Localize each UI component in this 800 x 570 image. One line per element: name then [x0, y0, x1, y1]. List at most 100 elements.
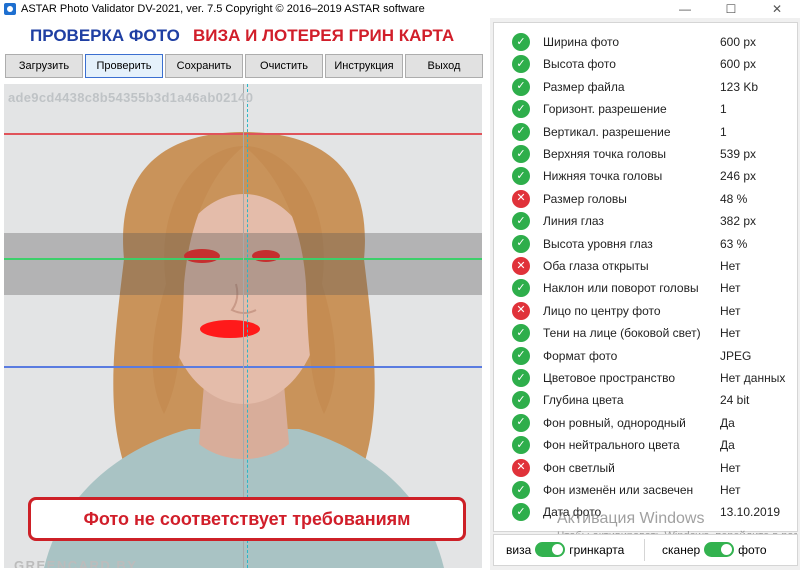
- check-row: ✓ Высота уровня глаз 63 %: [494, 233, 799, 255]
- mode-toggles: виза гринкарта сканер фото: [493, 534, 798, 566]
- check-value: 48 %: [720, 191, 748, 206]
- exit-button[interactable]: Выход: [405, 54, 483, 78]
- check-value: 123 Kb: [720, 79, 759, 94]
- check-value: 539 px: [720, 147, 757, 161]
- check-ok-icon: ✓: [512, 100, 530, 119]
- check-label: Линия глаз: [543, 214, 604, 229]
- check-value: 382 px: [720, 214, 757, 229]
- check-fail-icon: ✕: [512, 189, 530, 208]
- check-ok-icon: ✓: [512, 436, 530, 455]
- scanner-label: сканер: [662, 542, 701, 557]
- check-value: 24 bit: [720, 393, 750, 408]
- check-row: ✕ Размер головы 48 %: [494, 188, 799, 210]
- maximize-icon[interactable]: ☐: [708, 0, 754, 18]
- check-ok-icon: ✓: [512, 77, 530, 96]
- photo-label: фото: [738, 542, 767, 557]
- check-value: Нет: [720, 460, 741, 475]
- check-value: Да: [720, 438, 735, 453]
- save-button[interactable]: Сохранить: [165, 54, 243, 78]
- app-icon: [4, 3, 16, 15]
- check-row: ✓ Линия глаз 382 px: [494, 210, 799, 232]
- manual-button[interactable]: Инструкция: [325, 54, 403, 78]
- check-row: ✓ Ширина фото 600 px: [494, 31, 799, 53]
- visa-label: виза: [506, 542, 532, 557]
- check-fail-icon: ✕: [512, 257, 530, 275]
- check-ok-icon: ✓: [512, 346, 530, 365]
- close-icon[interactable]: ✕: [754, 0, 800, 18]
- check-label: Верхняя точка головы: [543, 147, 667, 161]
- check-label: Формат фото: [543, 348, 618, 363]
- check-ok-icon: ✓: [512, 369, 530, 387]
- check-label: Горизонт. разрешение: [543, 102, 667, 117]
- check-label: Цветовое пространство: [543, 371, 676, 385]
- minimize-icon[interactable]: —: [662, 0, 708, 18]
- check-row: ✓ Фон ровный, однородный Да: [494, 412, 799, 434]
- clear-button[interactable]: Очистить: [245, 54, 323, 78]
- check-ok-icon: ✓: [512, 391, 530, 410]
- check-ok-icon: ✓: [512, 212, 530, 231]
- check-row: ✓ Цветовое пространство Нет данных: [494, 367, 799, 389]
- visa-greencard-toggle[interactable]: [535, 542, 566, 557]
- check-value: Да: [720, 415, 735, 430]
- check-label: Фон изменён или засвечен: [543, 483, 694, 497]
- check-label: Размер файла: [543, 79, 625, 94]
- check-label: Фон ровный, однородный: [543, 415, 686, 430]
- check-value: 1: [720, 102, 727, 117]
- check-ok-icon: ✓: [512, 122, 530, 141]
- check-value: Нет: [720, 259, 741, 273]
- greencard-label: гринкарта: [569, 542, 625, 557]
- check-value: 600 px: [720, 35, 757, 49]
- check-row: ✓ Верхняя точка головы 539 px: [494, 143, 799, 165]
- check-fail-icon: ✕: [512, 301, 530, 320]
- photo-hash: ade9cd4438c8b54355b3d1a46ab02140: [8, 90, 254, 105]
- scanner-photo-toggle-group: сканер фото: [662, 542, 767, 557]
- check-ok-icon: ✓: [512, 234, 530, 253]
- check-ok-icon: ✓: [512, 167, 530, 186]
- check-row: ✓ Фон нейтрального цвета Да: [494, 434, 799, 456]
- center-guide-line: [243, 84, 244, 568]
- check-value: Нет: [720, 281, 741, 296]
- check-row: ✕ Лицо по центру фото Нет: [494, 300, 799, 322]
- checks-panel: ✓ Ширина фото 600 px ✓ Высота фото 600 px ✓ Раз…: [493, 22, 798, 532]
- check-value: 63 %: [720, 236, 748, 251]
- check-ok-icon: ✓: [512, 413, 530, 432]
- check-row: ✓ Фон изменён или засвечен Нет: [494, 479, 799, 501]
- activation-title: Активация Windows: [557, 510, 705, 527]
- scanner-photo-toggle[interactable]: [704, 542, 735, 557]
- visa-greencard-toggle-group: виза гринкарта: [506, 542, 624, 557]
- check-value: 246 px: [720, 169, 757, 184]
- check-value: 600 px: [720, 57, 757, 72]
- check-row: ✕ Фон светлый Нет: [494, 457, 799, 479]
- toolbar: Загрузить Проверить Сохранить Очистить И…: [5, 54, 483, 78]
- left-pane: ПРОВЕРКА ФОТО ВИЗА И ЛОТЕРЕЯ ГРИН КАРТА …: [0, 18, 490, 570]
- result-banner: Фото не соответствует требованиям: [28, 497, 466, 541]
- check-label: Оба глаза открыты: [543, 259, 649, 273]
- check-row: ✓ Высота фото 600 px: [494, 53, 799, 75]
- check-value: JPEG: [720, 348, 752, 363]
- check-value: 1: [720, 124, 727, 139]
- check-label: Глубина цвета: [543, 393, 624, 408]
- check-label: Высота фото: [543, 57, 616, 72]
- watermark-text: GREENCARD.BY: [14, 558, 138, 568]
- check-ok-icon: ✓: [512, 503, 530, 522]
- window-title: ASTAR Photo Validator DV-2021, ver. 7.5 …: [21, 3, 425, 15]
- check-value: Нет: [720, 483, 741, 497]
- check-label: Ширина фото: [543, 35, 620, 49]
- check-button[interactable]: Проверить: [85, 54, 163, 78]
- photo-preview: ade9cd4438c8b54355b3d1a46ab02140 Фото не…: [4, 84, 482, 568]
- check-label: Фон светлый: [543, 460, 615, 475]
- check-label: Наклон или поворот головы: [543, 281, 699, 296]
- check-label: Лицо по центру фото: [543, 303, 661, 318]
- headline: ПРОВЕРКА ФОТО ВИЗА И ЛОТЕРЕЯ ГРИН КАРТА: [0, 26, 490, 48]
- check-ok-icon: ✓: [512, 481, 530, 499]
- check-row: ✓ Вертикал. разрешение 1: [494, 121, 799, 143]
- check-fail-icon: ✕: [512, 458, 530, 477]
- check-row: ✕ Оба глаза открыты Нет: [494, 255, 799, 277]
- load-button[interactable]: Загрузить: [5, 54, 83, 78]
- check-row: ✓ Тени на лице (боковой свет) Нет: [494, 322, 799, 344]
- check-label: Вертикал. разрешение: [543, 124, 671, 139]
- visa-lottery-title: ВИЗА И ЛОТЕРЕЯ ГРИН КАРТА: [193, 26, 455, 45]
- check-label: Высота уровня глаз: [543, 236, 653, 251]
- check-label: Тени на лице (боковой свет): [543, 326, 701, 341]
- check-ok-icon: ✓: [512, 145, 530, 163]
